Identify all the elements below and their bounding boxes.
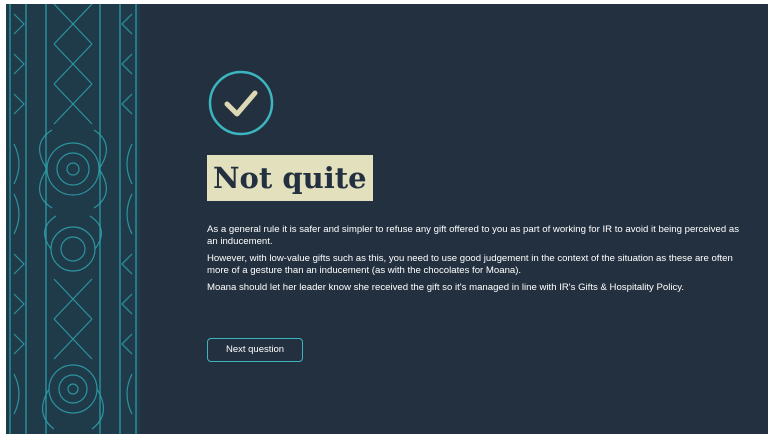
feedback-paragraph: As a general rule it is safer and simple… xyxy=(207,224,740,247)
feedback-body: As a general rule it is safer and simple… xyxy=(207,224,747,299)
checkmark-circle-icon xyxy=(208,70,274,136)
feedback-paragraph: Moana should let her leader know she rec… xyxy=(207,282,685,293)
feedback-paragraph: However, with low-value gifts such as th… xyxy=(207,253,733,276)
next-question-button[interactable]: Next question xyxy=(207,338,303,362)
feedback-title: Not quite xyxy=(207,155,373,201)
feedback-slide: Not quite As a general rule it is safer … xyxy=(6,4,768,434)
maori-pattern-strip xyxy=(6,4,140,434)
